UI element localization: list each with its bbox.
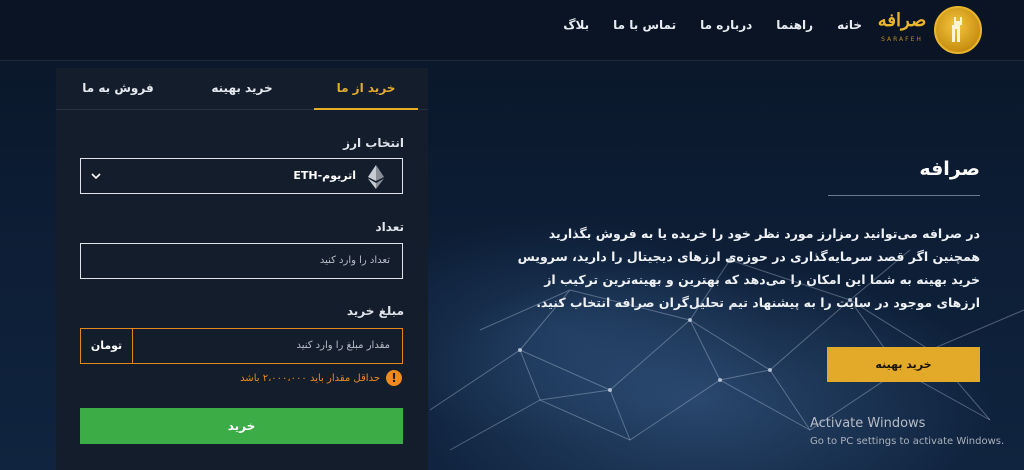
trade-tabs: خرید از ما خرید بهینه فروش به ما — [56, 68, 428, 110]
tab-sell-to-us[interactable]: فروش به ما — [56, 68, 180, 109]
content-description: در صرافه می‌توانید رمزارز مورد نظر خود ر… — [517, 226, 980, 310]
trade-panel: خرید از ما خرید بهینه فروش به ما انتخاب … — [56, 68, 428, 470]
tab-buy-from-us[interactable]: خرید از ما — [304, 68, 428, 110]
quantity-label: تعداد — [375, 220, 404, 234]
nav-blog[interactable]: بلاگ — [563, 18, 589, 32]
logo-text[interactable]: صرافه — [876, 10, 928, 31]
buy-button[interactable]: خرید — [80, 408, 403, 444]
logo-subtext: SARAFEH — [881, 36, 923, 43]
optimal-buy-button[interactable]: خرید بهینه — [827, 347, 980, 382]
nav-home[interactable]: خانه — [837, 18, 862, 32]
tab-optimal-buy[interactable]: خرید بهینه — [180, 68, 304, 109]
quantity-input[interactable]: تعداد را وارد کنید — [80, 243, 403, 279]
logo-emblem[interactable] — [934, 6, 982, 54]
title-divider — [828, 195, 980, 196]
main-nav: خانه راهنما درباره ما تماس با ما بلاگ — [539, 18, 862, 32]
warning-text: حداقل مقدار باید ۲،۰۰۰،۰۰۰ باشد — [240, 372, 380, 384]
amount-placeholder: مقدار مبلغ را وارد کنید — [296, 340, 390, 351]
currency-selected-value: اتریوم-ETH — [293, 169, 356, 182]
giraffe-icon — [952, 17, 962, 42]
minimum-amount-warning: حداقل مقدار باید ۲،۰۰۰،۰۰۰ باشد ! — [240, 370, 402, 386]
quantity-placeholder: تعداد را وارد کنید — [319, 255, 390, 266]
content-title: صرافه — [919, 158, 980, 180]
amount-input[interactable]: تومان مقدار مبلغ را وارد کنید — [80, 328, 403, 364]
chevron-down-icon — [91, 173, 101, 180]
currency-label: انتخاب ارز — [343, 136, 404, 150]
nav-about[interactable]: درباره ما — [700, 18, 752, 32]
currency-select[interactable]: اتریوم-ETH — [80, 158, 403, 194]
currency-unit-label: تومان — [81, 329, 133, 363]
amount-label: مبلغ خرید — [346, 304, 404, 318]
nav-contact[interactable]: تماس با ما — [613, 18, 676, 32]
nav-guide[interactable]: راهنما — [776, 18, 813, 32]
activate-windows-title: Activate Windows — [810, 416, 926, 431]
warning-icon: ! — [386, 370, 402, 386]
activate-windows-subtitle: Go to PC settings to activate Windows. — [810, 436, 1005, 447]
ethereum-icon — [368, 165, 384, 189]
header: صرافه SARAFEH خانه راهنما درباره ما تماس… — [0, 0, 1024, 61]
